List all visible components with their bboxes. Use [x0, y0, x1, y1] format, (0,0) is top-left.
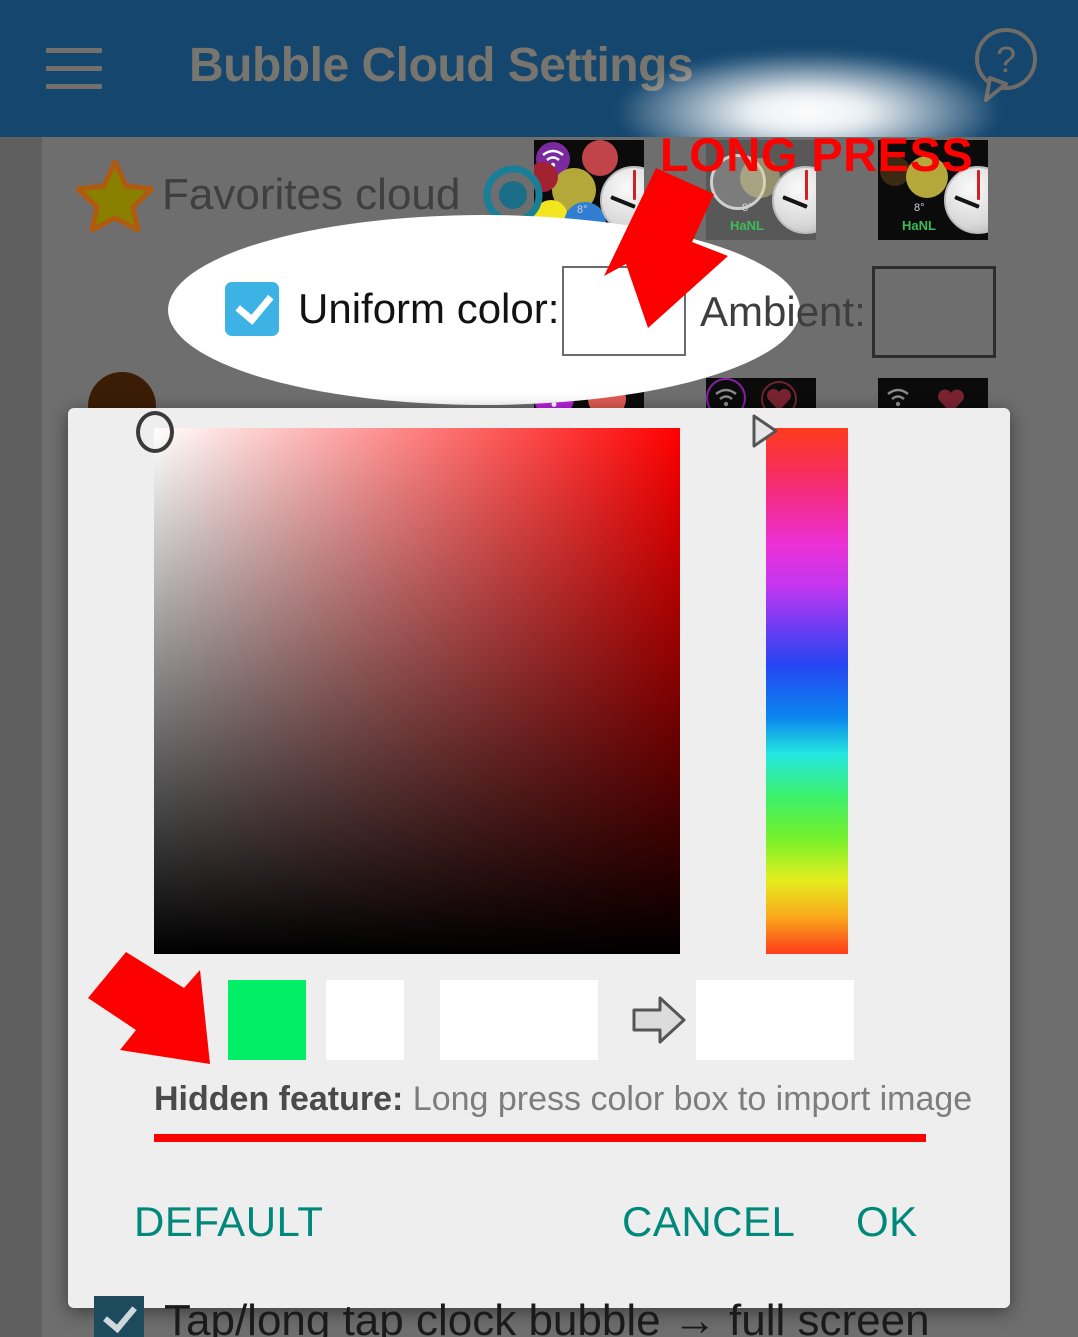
thumb-temp: 8° [914, 202, 925, 214]
ok-button[interactable]: OK [856, 1198, 918, 1246]
thumb-temp: 8° [577, 204, 588, 216]
hint-red-underline [154, 1134, 926, 1142]
hidden-feature-text: Long press color box to import image [403, 1080, 973, 1118]
hamburger-line [46, 66, 102, 71]
help-question-speech-bubble-icon[interactable]: ? [968, 26, 1044, 106]
sv-selector-handle-icon[interactable] [136, 411, 174, 453]
uniform-color-label: Uniform color: [298, 285, 560, 332]
wifi-icon [715, 388, 737, 407]
saturation-value-gradient[interactable] [154, 428, 680, 954]
screen-root: Bubble Cloud Settings ? 8° HaNL [0, 0, 1078, 1337]
hamburger-line [46, 48, 102, 53]
right-arrow-icon [632, 996, 686, 1044]
uniform-color-row[interactable]: Uniform color: [225, 282, 559, 336]
fullscreen-label: Tap/long tap clock bubble → full screen [164, 1296, 930, 1337]
thumb-hanl: HaNL [902, 218, 936, 233]
wifi-icon [887, 388, 909, 407]
uniform-color-checkbox[interactable] [225, 282, 279, 336]
app-bar: Bubble Cloud Settings ? [0, 0, 1078, 137]
red-arrow-down-icon [604, 168, 728, 328]
dialog-button-row: DEFAULT CANCEL OK [68, 1198, 1010, 1278]
hue-slider[interactable] [766, 428, 848, 954]
swatch-old-color[interactable] [440, 980, 598, 1060]
hue-slider-handle-icon[interactable] [752, 414, 778, 448]
fullscreen-checkbox[interactable] [94, 1296, 144, 1337]
hidden-feature-hint: Hidden feature: Long press color box to … [154, 1080, 972, 1119]
svg-text:?: ? [996, 39, 1016, 80]
left-rail [0, 137, 42, 1337]
swatch-white-small[interactable] [326, 980, 404, 1060]
color-picker-dialog: Hidden feature: Long press color box to … [68, 408, 1010, 1308]
fullscreen-setting-row[interactable]: Tap/long tap clock bubble → full screen [94, 1296, 930, 1337]
default-button[interactable]: DEFAULT [134, 1198, 323, 1246]
cancel-button[interactable]: CANCEL [622, 1198, 795, 1246]
ambient-color-swatch[interactable] [872, 266, 996, 358]
swatch-current-green[interactable] [228, 980, 306, 1060]
star-icon [76, 159, 154, 232]
clock-hand-minute [977, 170, 980, 200]
hamburger-line [46, 84, 102, 89]
favorites-cloud-label: Favorites cloud [162, 170, 461, 219]
page-title: Bubble Cloud Settings [189, 39, 694, 92]
red-arrow-down-icon [88, 952, 210, 1064]
hidden-feature-label: Hidden feature: [154, 1080, 404, 1118]
swatch-new-color[interactable] [696, 980, 854, 1060]
hamburger-menu-icon[interactable] [46, 48, 102, 90]
